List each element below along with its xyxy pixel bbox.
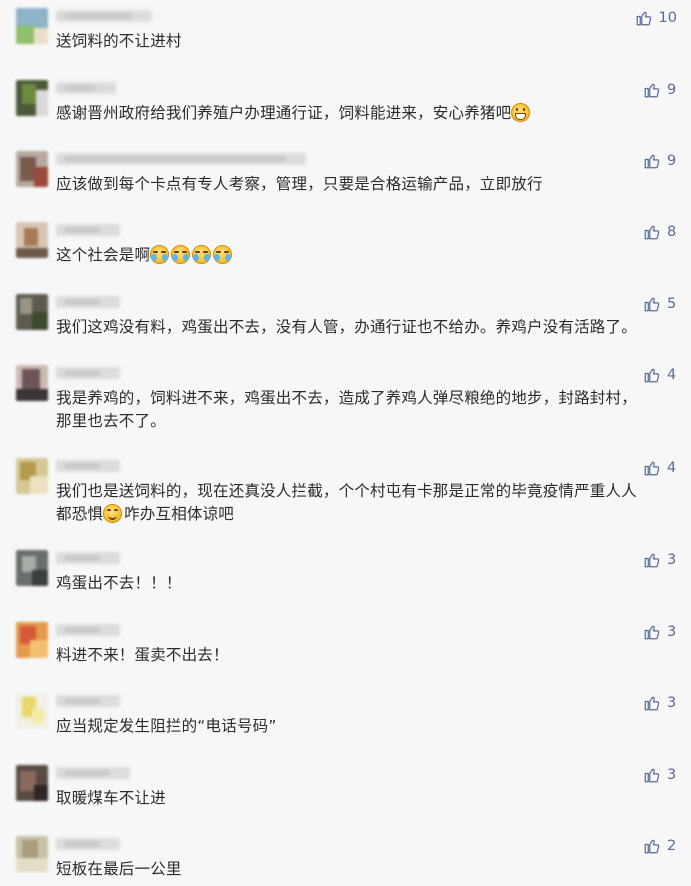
comment-text: 我们这鸡没有料，鸡蛋出不去，没有人管，办通行证也不给办。养鸡户没有活路了。 xyxy=(56,318,637,336)
comment-text: 取暖煤车不让进 xyxy=(56,789,166,807)
avatar[interactable] xyxy=(16,365,48,401)
crying-laughing-face-icon xyxy=(150,245,170,264)
comment-text: 应该做到每个卡点有专人考察，管理，只要是合格运输产品，立即放行 xyxy=(56,175,543,193)
like-button[interactable]: 3 xyxy=(643,622,677,642)
like-button[interactable]: 3 xyxy=(643,765,677,785)
thumbs-up-icon xyxy=(644,768,660,783)
comment-text: 料进不来！蛋卖不出去！ xyxy=(56,646,229,664)
avatar[interactable] xyxy=(16,222,48,258)
comment-item: 鸡蛋出不去！！！ 3 xyxy=(0,550,691,600)
comment-item: 我们也是送饲料的，现在还真没人拦截，个个村屯有卡那是正常的毕竟疫情严重人人 都恐… xyxy=(0,458,691,528)
like-button[interactable]: 9 xyxy=(643,80,677,100)
nickname-blurred[interactable] xyxy=(56,624,120,636)
crying-laughing-face-icon xyxy=(213,245,233,264)
like-count: 8 xyxy=(667,224,677,240)
comment-item: 应当规定发生阻拦的“电话号码” 3 xyxy=(0,693,691,743)
nickname-blurred[interactable] xyxy=(56,460,120,472)
thumbs-up-icon xyxy=(644,839,660,854)
like-button[interactable]: 3 xyxy=(643,550,677,570)
thumbs-up-icon xyxy=(644,154,660,169)
thumbs-up-icon xyxy=(644,83,660,98)
crying-laughing-face-icon xyxy=(192,245,212,264)
comment-item: 料进不来！蛋卖不出去！ 3 xyxy=(0,622,691,672)
comment-text: 我是养鸡的，饲料进不来，鸡蛋出不去，造成了养鸡人弹尽粮绝的地步，封路封村， 那里… xyxy=(56,389,637,430)
thumbs-up-icon xyxy=(644,368,660,383)
avatar[interactable] xyxy=(16,765,48,801)
avatar[interactable] xyxy=(16,836,48,872)
comment-text: 感谢晋州政府给我们养殖户办理通行证，饲料能进来，安心养猪吧 xyxy=(56,102,670,125)
like-button[interactable]: 4 xyxy=(643,365,677,385)
comment-item: 应该做到每个卡点有专人考察，管理，只要是合格运输产品，立即放行 9 xyxy=(0,151,691,201)
comment-item: 这个社会是啊 8 xyxy=(0,222,691,272)
nickname-blurred[interactable] xyxy=(56,838,120,850)
thumbs-up-icon xyxy=(636,11,651,26)
comment-item: 我是养鸡的，饲料进不来，鸡蛋出不去，造成了养鸡人弹尽粮绝的地步，封路封村， 那里… xyxy=(0,365,691,435)
like-count: 10 xyxy=(658,10,677,26)
like-count: 2 xyxy=(667,838,677,854)
comment-item: 感谢晋州政府给我们养殖户办理通行证，饲料能进来，安心养猪吧 9 xyxy=(0,80,691,130)
smiling-face-icon xyxy=(103,504,123,523)
nickname-blurred[interactable] xyxy=(56,296,120,308)
thumbs-up-icon xyxy=(644,696,660,711)
avatar[interactable] xyxy=(16,693,48,729)
like-button[interactable]: 3 xyxy=(643,693,677,713)
avatar[interactable] xyxy=(16,151,48,187)
like-button[interactable]: 8 xyxy=(643,222,677,242)
comment-item: 我们这鸡没有料，鸡蛋出不去，没有人管，办通行证也不给办。养鸡户没有活路了。 5 xyxy=(0,294,691,344)
nickname-blurred[interactable] xyxy=(56,153,306,165)
nickname-blurred[interactable] xyxy=(56,767,130,779)
like-button[interactable]: 5 xyxy=(643,294,677,314)
like-button[interactable]: 2 xyxy=(643,836,677,856)
avatar[interactable] xyxy=(16,550,48,586)
comment-text: 送饲料的不让进村 xyxy=(56,32,182,50)
thumbs-up-icon xyxy=(644,625,660,640)
like-button[interactable]: 10 xyxy=(635,8,677,28)
like-count: 4 xyxy=(667,460,677,476)
avatar[interactable] xyxy=(16,294,48,330)
like-count: 3 xyxy=(667,695,677,711)
like-count: 9 xyxy=(667,153,677,169)
comment-text: 这个社会是啊 xyxy=(56,244,670,267)
comment-item: 短板在最后一公里 2 xyxy=(0,836,691,886)
comment-text: 鸡蛋出不去！！！ xyxy=(56,574,182,592)
like-count: 3 xyxy=(667,767,677,783)
nickname-blurred[interactable] xyxy=(56,695,120,707)
avatar[interactable] xyxy=(16,458,48,494)
like-button[interactable]: 4 xyxy=(643,458,677,478)
like-count: 4 xyxy=(667,367,677,383)
nickname-blurred[interactable] xyxy=(56,224,120,236)
grinning-face-icon xyxy=(511,103,531,122)
avatar[interactable] xyxy=(16,80,48,116)
like-count: 3 xyxy=(667,624,677,640)
nickname-blurred[interactable] xyxy=(56,552,120,564)
like-count: 5 xyxy=(667,296,677,312)
thumbs-up-icon xyxy=(644,461,660,476)
thumbs-up-icon xyxy=(644,297,660,312)
nickname-blurred[interactable] xyxy=(56,10,152,22)
thumbs-up-icon xyxy=(644,225,660,240)
comment-list: 送饲料的不让进村 10 感谢晋州政府给我们养殖户办理通行证，饲料能进来，安心养猪… xyxy=(0,0,691,886)
like-button[interactable]: 9 xyxy=(643,151,677,171)
thumbs-up-icon xyxy=(644,553,660,568)
comment-text: 我们也是送饲料的，现在还真没人拦截，个个村屯有卡那是正常的毕竟疫情严重人人 都恐… xyxy=(56,482,637,523)
like-count: 3 xyxy=(667,552,677,568)
nickname-blurred[interactable] xyxy=(56,82,116,94)
like-count: 9 xyxy=(667,82,677,98)
nickname-blurred[interactable] xyxy=(56,367,120,379)
crying-laughing-face-icon xyxy=(171,245,191,264)
comment-item: 取暖煤车不让进 3 xyxy=(0,765,691,815)
comment-item: 送饲料的不让进村 10 xyxy=(0,8,691,58)
avatar[interactable] xyxy=(16,622,48,658)
avatar[interactable] xyxy=(16,8,48,44)
comment-text: 短板在最后一公里 xyxy=(56,860,182,878)
comment-text: 应当规定发生阻拦的“电话号码” xyxy=(56,717,277,735)
